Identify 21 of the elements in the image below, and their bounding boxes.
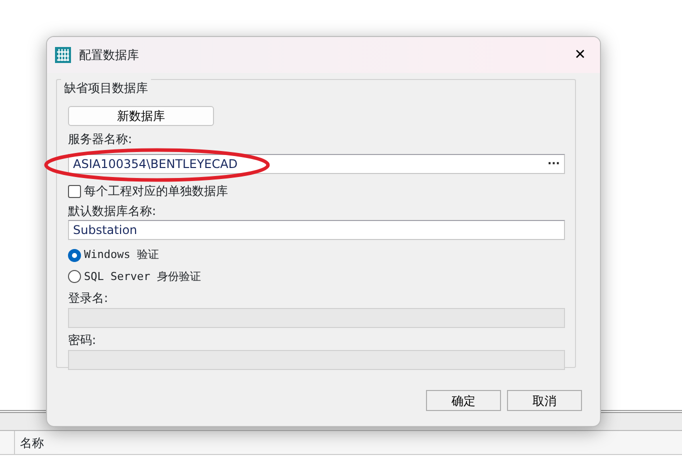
- field-label: 登录名:: [68, 291, 110, 305]
- field-label: 服务器名称:: [68, 132, 134, 146]
- checkbox[interactable]: [68, 184, 81, 198]
- field-label: 密码:: [68, 333, 98, 347]
- dialog-button[interactable]: 确定: [426, 390, 501, 411]
- window-title: 配置数据库: [79, 47, 140, 64]
- browse-button[interactable]: ···: [547, 156, 560, 172]
- radio-label: Windows 验证: [84, 247, 159, 263]
- checkbox-label: 每个工程对应的单独数据库: [84, 184, 228, 198]
- radio-button[interactable]: [68, 248, 81, 262]
- field-label: 默认数据库名称:: [68, 204, 158, 218]
- close-button[interactable]: ✕: [568, 48, 592, 62]
- group-title: 缺省项目数据库: [61, 79, 151, 97]
- radio-label: SQL Server 身份验证: [84, 268, 201, 284]
- dialog-button[interactable]: 取消: [507, 390, 582, 411]
- radio-button[interactable]: [68, 270, 81, 284]
- column-header[interactable]: 名称: [15, 434, 44, 452]
- server-field[interactable]: ASIA100354\BENTLEYECAD ···: [68, 154, 565, 174]
- new-database-button[interactable]: 新数据库: [68, 106, 214, 126]
- grid-icon: [55, 47, 71, 63]
- database-name-field[interactable]: Substation: [68, 220, 565, 240]
